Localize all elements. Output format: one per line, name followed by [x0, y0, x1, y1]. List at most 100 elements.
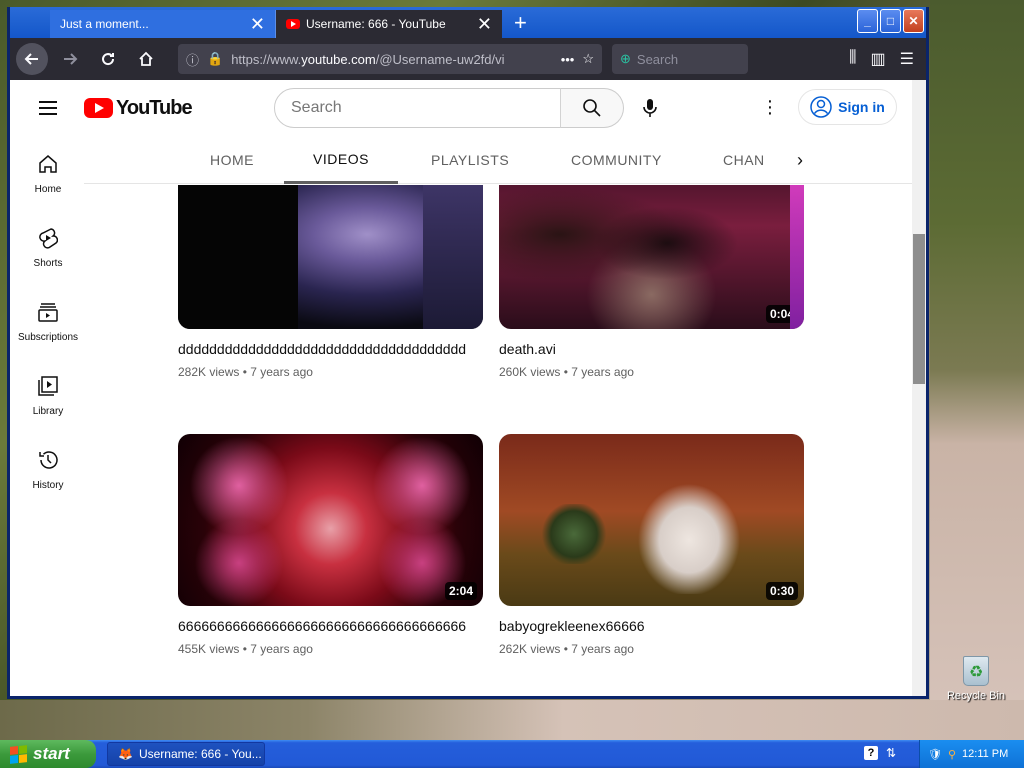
- recycle-bin-icon: [963, 656, 989, 686]
- lock-icon[interactable]: 🔒: [207, 51, 223, 67]
- taskbar: start 🦊 Username: 666 - You... ? ⇅ 🛡 ⚲ 1…: [0, 740, 1024, 768]
- chevron-right-icon[interactable]: ›: [788, 148, 812, 172]
- maximize-button[interactable]: □: [880, 9, 901, 33]
- youtube-search-input[interactable]: Search: [274, 88, 561, 128]
- tab-label: Just a moment...: [60, 17, 149, 31]
- network-icon[interactable]: ⇅: [886, 746, 896, 760]
- video-card[interactable]: 0:30 babyogrekleenex66666 262K views • 7…: [499, 434, 804, 656]
- tab-community[interactable]: COMMUNITY: [571, 136, 662, 184]
- page-actions-icon[interactable]: •••: [561, 52, 575, 67]
- forward-arrow-icon: [64, 53, 78, 65]
- video-title[interactable]: death.avi: [499, 341, 804, 357]
- back-button[interactable]: [16, 43, 48, 75]
- back-arrow-icon: [24, 53, 38, 65]
- video-thumbnail[interactable]: 2:29: [178, 185, 483, 329]
- sign-in-button[interactable]: Sign in: [798, 89, 897, 125]
- youtube-logo[interactable]: YouTube: [84, 96, 193, 120]
- url-domain: youtube.com: [301, 51, 376, 67]
- browser-taskbar-icon: 🦊: [118, 747, 133, 761]
- tab-close-icon[interactable]: ✕: [477, 15, 492, 33]
- view-count: 455K views: [178, 642, 240, 656]
- tab-just-a-moment[interactable]: Just a moment... ✕: [50, 10, 276, 38]
- home-button[interactable]: [130, 43, 162, 75]
- windows-logo-icon: [10, 744, 27, 764]
- reload-button[interactable]: [92, 43, 124, 75]
- tab-label: Username: 666 - YouTube: [306, 17, 446, 31]
- video-thumbnail[interactable]: 0:30: [499, 434, 804, 606]
- browser-window: Just a moment... ✕ Username: 666 - YouTu…: [7, 7, 929, 699]
- duration-badge: 2:04: [444, 582, 477, 600]
- url-prefix: https://www.: [231, 51, 302, 67]
- search-engine-icon: ⊕: [620, 51, 631, 66]
- youtube-masthead: YouTube Search · · · Sign in: [10, 80, 926, 136]
- menu-icon[interactable]: ☰: [900, 49, 914, 69]
- upload-age: 7 years ago: [571, 642, 634, 656]
- video-title[interactable]: ddddddddddddddddddddddddddddddddddddd: [178, 341, 483, 357]
- security-shield-icon[interactable]: 🛡: [928, 748, 942, 761]
- video-title[interactable]: 6666666666666666666666666666666666666: [178, 618, 483, 634]
- view-count: 282K views: [178, 365, 240, 379]
- hamburger-menu-icon[interactable]: [39, 97, 57, 119]
- sidebar-toggle-icon[interactable]: ▥: [871, 49, 886, 69]
- tab-videos[interactable]: VIDEOS: [284, 136, 398, 184]
- desktop-wallpaper-bottom: [0, 700, 1024, 740]
- video-card[interactable]: 0:04 death.avi 260K views • 7 years ago: [499, 185, 804, 379]
- search-tray-icon[interactable]: ⚲: [948, 748, 956, 761]
- channel-tabs: HOME VIDEOS PLAYLISTS COMMUNITY CHAN ›: [84, 136, 912, 184]
- meta-separator: •: [239, 642, 251, 656]
- video-title[interactable]: babyogrekleenex66666: [499, 618, 804, 634]
- browser-search-box[interactable]: ⊕ Search: [612, 44, 748, 74]
- duration-badge: 0:04: [765, 305, 798, 323]
- tab-home[interactable]: HOME: [210, 136, 254, 184]
- forward-button[interactable]: [54, 43, 86, 75]
- voice-search-button[interactable]: [636, 94, 664, 122]
- help-icon[interactable]: ?: [864, 746, 878, 760]
- youtube-logo-text: YouTube: [116, 96, 193, 119]
- video-thumbnail[interactable]: 0:04: [499, 185, 804, 329]
- youtube-favicon-icon: [286, 19, 300, 29]
- address-bar[interactable]: ⓘ 🔒 https://www.youtube.com/@Username-uw…: [178, 44, 602, 74]
- window-close-button[interactable]: ✕: [903, 9, 924, 33]
- tab-playlists[interactable]: PLAYLISTS: [431, 136, 509, 184]
- tab-close-icon[interactable]: ✕: [250, 15, 265, 33]
- settings-kebab-icon[interactable]: · · ·: [762, 91, 778, 123]
- home-icon: [36, 152, 60, 176]
- recycle-bin-label: Recycle Bin: [946, 690, 1006, 702]
- account-icon: [810, 96, 832, 118]
- page-scrollbar[interactable]: [912, 80, 926, 696]
- toolbar-right-icons: ⫼ ▥ ☰: [849, 49, 920, 69]
- video-thumbnail[interactable]: 2:04: [178, 434, 483, 606]
- recycle-bin-shortcut[interactable]: Recycle Bin: [944, 656, 1008, 702]
- video-card[interactable]: 2:04 66666666666666666666666666666666666…: [178, 434, 483, 656]
- video-meta: 282K views • 7 years ago: [178, 365, 483, 379]
- desktop-wallpaper-right: [930, 0, 1024, 740]
- window-controls: _ □ ✕: [857, 9, 924, 33]
- view-count: 262K views: [499, 642, 561, 656]
- library-icon[interactable]: ⫼: [849, 49, 856, 69]
- search-icon: [583, 99, 601, 117]
- tab-strip: Just a moment... ✕ Username: 666 - YouTu…: [10, 7, 926, 38]
- info-icon[interactable]: ⓘ: [186, 50, 199, 69]
- video-card[interactable]: 2:29 ddddddddddddddddddddddddddddddddddd…: [178, 185, 483, 379]
- youtube-search-button[interactable]: [560, 88, 624, 128]
- taskbar-item-browser[interactable]: 🦊 Username: 666 - You...: [107, 742, 265, 766]
- microphone-icon: [643, 99, 657, 117]
- new-tab-button[interactable]: +: [514, 10, 527, 38]
- home-icon: [139, 51, 153, 66]
- youtube-play-icon: [84, 98, 113, 118]
- youtube-page: YouTube Search · · · Sign in Home Shorts…: [10, 80, 926, 696]
- tab-channels[interactable]: CHAN: [723, 136, 765, 184]
- bookmark-star-icon[interactable]: ☆: [582, 51, 594, 67]
- minimize-button[interactable]: _: [857, 9, 878, 33]
- clock[interactable]: 12:11 PM: [962, 748, 1008, 760]
- start-button[interactable]: start: [0, 740, 96, 768]
- upload-age: 7 years ago: [571, 365, 634, 379]
- start-label: start: [33, 744, 70, 763]
- url-path: /@Username-uw2fd/vi: [375, 51, 505, 67]
- tab-youtube[interactable]: Username: 666 - YouTube ✕: [276, 10, 502, 38]
- url-text[interactable]: https://www.youtube.com/@Username-uw2fd/…: [231, 52, 552, 67]
- scrollbar-thumb[interactable]: [913, 234, 925, 384]
- video-grid: 2:29 ddddddddddddddddddddddddddddddddddd…: [10, 185, 910, 696]
- video-meta: 260K views • 7 years ago: [499, 365, 804, 379]
- nav-toolbar: ⓘ 🔒 https://www.youtube.com/@Username-uw…: [10, 38, 926, 80]
